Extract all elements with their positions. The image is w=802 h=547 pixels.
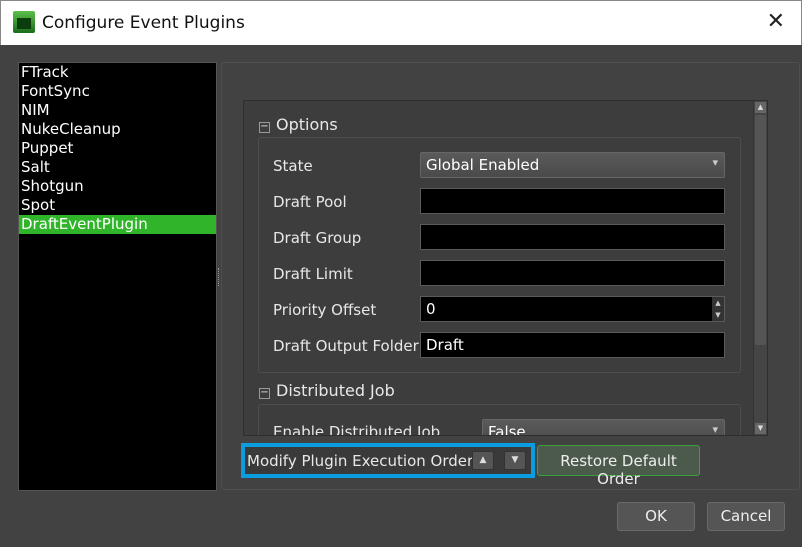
collapse-icon[interactable]: − <box>259 122 270 133</box>
draft-limit-input[interactable] <box>420 260 725 286</box>
priority-offset-spinbox[interactable]: 0 ▲ ▼ <box>420 296 725 322</box>
settings-scroll-area: −Options State Global Enabled Draft Pool… <box>243 100 768 436</box>
plugin-item-spot[interactable]: Spot <box>19 196 216 215</box>
scroll-up-icon[interactable]: ▲ <box>755 102 766 113</box>
plugin-item-puppet[interactable]: Puppet <box>19 139 216 158</box>
state-dropdown[interactable]: Global Enabled <box>420 152 725 178</box>
distributed-group-header[interactable]: − Distributed Job <box>259 381 395 400</box>
draft-pool-input[interactable] <box>420 188 725 214</box>
restore-default-order-button[interactable]: Restore Default Order <box>537 445 700 488</box>
plugin-item-salt[interactable]: Salt <box>19 158 216 177</box>
options-title: Options <box>276 115 338 134</box>
collapse-icon[interactable]: − <box>259 388 270 399</box>
draft-output-folder-label: Draft Output Folder <box>273 337 419 355</box>
draft-pool-label: Draft Pool <box>273 193 347 211</box>
plugin-item-drafteventplugin[interactable]: DraftEventPlugin <box>19 215 216 234</box>
priority-offset-value: 0 <box>426 300 436 318</box>
distributed-title: Distributed Job <box>276 381 395 400</box>
plugin-item-nim[interactable]: NIM <box>19 101 216 120</box>
plugin-list[interactable]: FTrack FontSync NIM NukeCleanup Puppet S… <box>18 62 217 491</box>
enable-distributed-job-label: Enable Distributed Job <box>273 423 441 436</box>
plugin-item-nukecleanup[interactable]: NukeCleanup <box>19 120 216 139</box>
draft-limit-label: Draft Limit <box>273 265 353 283</box>
plugin-item-shotgun[interactable]: Shotgun <box>19 177 216 196</box>
title-bar: Configure Event Plugins ✕ <box>0 0 802 45</box>
scroll-down-icon[interactable]: ▼ <box>755 423 766 434</box>
app-tv-icon <box>13 11 35 33</box>
spin-arrows-icon[interactable]: ▲ ▼ <box>712 297 724 321</box>
draft-output-folder-input[interactable]: Draft <box>420 332 725 358</box>
move-down-button[interactable]: ▼ <box>504 451 526 470</box>
priority-offset-label: Priority Offset <box>273 301 377 319</box>
state-label: State <box>273 157 313 175</box>
cancel-button[interactable]: Cancel <box>707 502 785 531</box>
vertical-scrollbar[interactable]: ▲ ▼ <box>753 101 767 435</box>
window-title: Configure Event Plugins <box>42 13 245 33</box>
execution-order-label: Modify Plugin Execution Order <box>247 452 474 470</box>
scroll-thumb[interactable] <box>755 115 766 345</box>
close-icon[interactable]: ✕ <box>767 9 785 34</box>
enable-distributed-job-dropdown[interactable]: False <box>482 419 725 435</box>
draft-group-input[interactable] <box>420 224 725 250</box>
move-up-button[interactable]: ▲ <box>472 451 494 470</box>
plugin-item-ftrack[interactable]: FTrack <box>19 63 216 82</box>
options-group-header[interactable]: − Options <box>259 115 338 134</box>
plugin-item-fontsync[interactable]: FontSync <box>19 82 216 101</box>
execution-order-highlight: Modify Plugin Execution Order ▲ ▼ <box>241 443 535 478</box>
ok-button[interactable]: OK <box>617 502 695 531</box>
draft-group-label: Draft Group <box>273 229 362 247</box>
